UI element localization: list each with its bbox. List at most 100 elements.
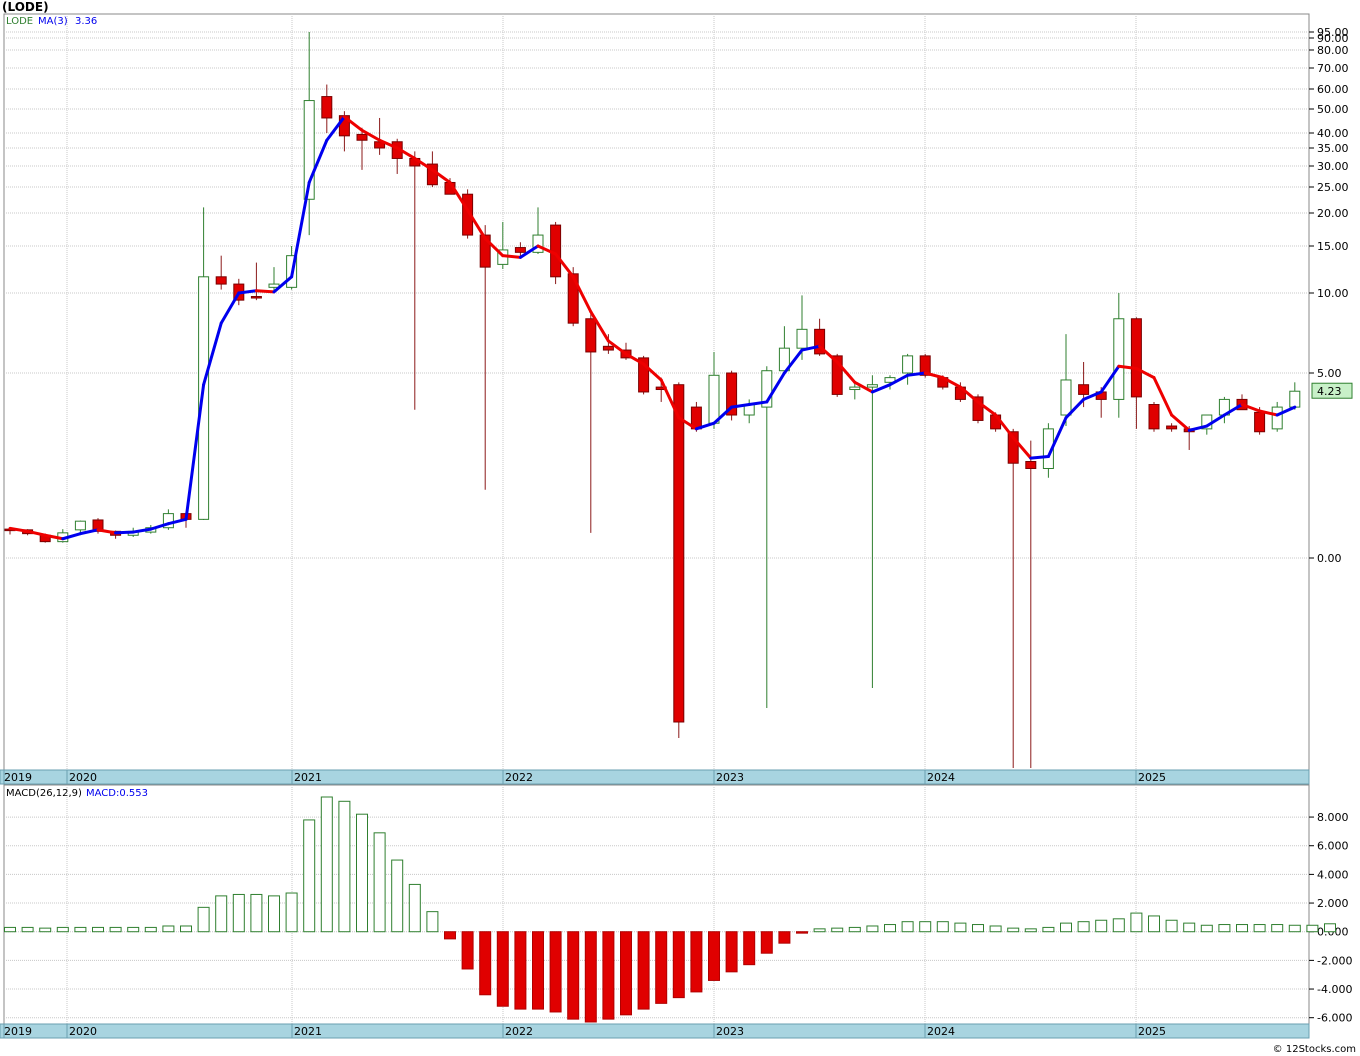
macd-bar-positive (268, 895, 280, 933)
macd-bar-positive (426, 911, 439, 933)
candle-down (602, 345, 614, 351)
macd-bar-positive (250, 893, 263, 933)
price-tick-label: 70.00 (1317, 62, 1349, 75)
macd-bar-positive (4, 926, 16, 933)
macd-bar-positive (1095, 919, 1108, 933)
macd-bar-negative (796, 931, 808, 934)
macd-tick-label: 2.000 (1317, 897, 1349, 910)
last-price-value: 4.23 (1317, 385, 1342, 398)
macd-bar-positive (901, 921, 914, 933)
macd-bar-positive (848, 926, 861, 933)
macd-bar-positive (1324, 923, 1336, 933)
macd-bar-negative (567, 931, 580, 1020)
candle-down (321, 96, 333, 119)
macd-bar-positive (356, 813, 368, 933)
price-tick-label: 30.00 (1317, 160, 1349, 173)
year-label: 2019 (4, 771, 32, 784)
price-tick-label: 0.00 (1317, 552, 1342, 565)
macd-bar-negative (532, 931, 544, 1010)
macd-bar-negative (479, 931, 492, 996)
macd-bar-positive (320, 796, 333, 933)
macd-bar-negative (620, 931, 632, 1016)
macd-tick-label: 8.000 (1317, 811, 1349, 824)
candle-up (796, 328, 808, 349)
macd-bar-positive (162, 925, 175, 933)
macd-bar-positive (1236, 924, 1248, 933)
stock-chart: 95.0090.0080.0070.0060.0050.0040.0035.00… (0, 13, 1353, 1039)
price-tick-label: 10.00 (1317, 287, 1349, 300)
price-tick-label: 50.00 (1317, 103, 1349, 116)
ma-legend-value: 3.36 (75, 16, 97, 27)
macd-bar-positive (74, 926, 87, 933)
credit-text: © 12Stocks.com (1272, 1044, 1356, 1055)
year-label: 2024 (927, 771, 955, 784)
macd-bar-positive (954, 922, 967, 933)
macd-bar-positive (1200, 924, 1213, 933)
macd-bar-positive (338, 800, 351, 933)
macd-bar-positive (1042, 926, 1055, 933)
macd-bar-negative (743, 931, 756, 966)
candle-up (198, 276, 210, 520)
price-tick-label: 25.00 (1317, 181, 1349, 194)
macd-tick-label: -6.000 (1317, 1012, 1352, 1025)
macd-year-label: 2022 (505, 1025, 533, 1038)
macd-bar-positive (39, 927, 52, 933)
macd-year-label: 2021 (294, 1025, 322, 1038)
year-label: 2021 (294, 771, 322, 784)
macd-bar-positive (936, 921, 949, 933)
macd-tick-label: -2.000 (1317, 954, 1352, 967)
price-tick-label: 40.00 (1317, 127, 1349, 140)
macd-bar-positive (972, 924, 984, 933)
macd-bar-positive (391, 859, 404, 933)
macd-bar-positive (1112, 918, 1125, 933)
macd-bar-negative (496, 931, 509, 1007)
macd-bar-positive (215, 895, 228, 933)
candle-down (215, 276, 227, 285)
macd-bar-positive (285, 892, 298, 933)
macd-bar-positive (1253, 924, 1266, 933)
macd-tick-label: 4.000 (1317, 868, 1349, 881)
macd-bar-positive (919, 921, 932, 933)
macd-bar-negative (672, 931, 685, 999)
year-label: 2025 (1138, 771, 1166, 784)
macd-bar-positive (866, 925, 879, 933)
macd-year-label: 2020 (69, 1025, 97, 1038)
candle-up (902, 355, 914, 374)
macd-bar-positive (92, 926, 104, 933)
macd-bar-positive (303, 819, 316, 933)
price-date-axis (0, 769, 1310, 785)
candle-up (849, 386, 861, 391)
macd-bar-negative (461, 931, 474, 970)
price-tick-label: 35.00 (1317, 142, 1349, 155)
chart-root: (LODE) 95.00 90.00 80.00 70.00 60.00 50.00 40.… (0, 0, 1360, 1056)
candle-down (514, 247, 526, 253)
macd-bar-positive (1271, 924, 1284, 933)
macd-bar-positive (180, 925, 192, 933)
macd-bar-positive (1183, 922, 1196, 933)
macd-bar-positive (813, 928, 826, 933)
candle-down (1078, 384, 1090, 395)
macd-legend-label: MACD(26,12,9) (6, 788, 82, 799)
ma-line-segment (114, 530, 135, 535)
price-legend-ticker: LODE (6, 16, 33, 27)
ma-line-segment (501, 254, 522, 259)
macd-bar-positive (408, 883, 421, 933)
price-tick-label: 5.00 (1317, 367, 1342, 380)
candle-up (708, 374, 720, 424)
macd-bar-negative (760, 931, 773, 954)
macd-bar-positive (989, 925, 1002, 933)
candle-down (1148, 404, 1160, 430)
price-tick-label: 80.00 (1317, 44, 1349, 57)
candle-up (1060, 379, 1072, 416)
macd-tick-label: -4.000 (1317, 983, 1352, 996)
macd-bar-negative (584, 931, 597, 1023)
macd-year-label: 2025 (1138, 1025, 1166, 1038)
candle-up (1289, 390, 1301, 408)
candle-up (74, 520, 86, 531)
macd-bar-negative (549, 931, 562, 1013)
ma-line-segment (254, 289, 276, 294)
macd-bar-positive (1077, 921, 1090, 933)
candle-up (866, 384, 878, 388)
ma-line-segment (1029, 454, 1050, 460)
price-tick-label: 20.00 (1317, 207, 1349, 220)
